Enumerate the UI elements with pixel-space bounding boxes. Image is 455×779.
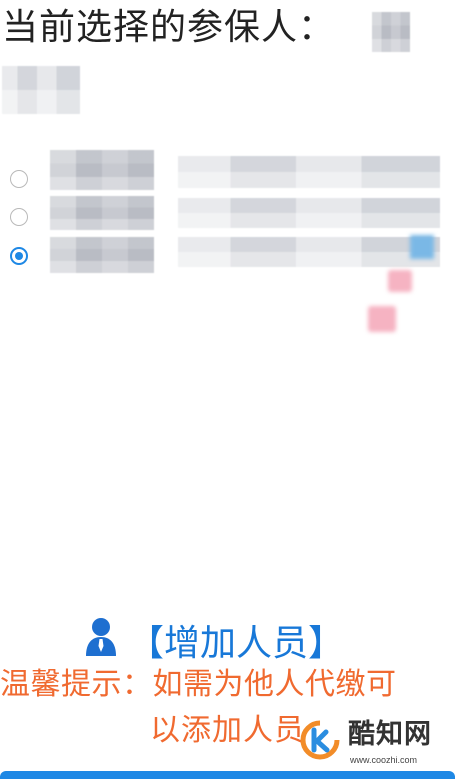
add-person-label[interactable]: 【增加人员】 [128, 620, 344, 668]
insured-person-row[interactable] [0, 196, 455, 234]
tip-line-1: 温馨提示：如需为他人代缴可 [0, 667, 397, 702]
insured-person-list [0, 150, 455, 280]
current-insured-name-redacted [372, 12, 410, 52]
insured-person-row[interactable] [0, 235, 455, 273]
person-id-redacted [178, 237, 440, 267]
watermark-logo-icon [300, 720, 340, 760]
redacted-fragment [410, 235, 434, 259]
current-insured-label: 当前选择的参保人： [2, 7, 336, 48]
current-insured-section: 当前选择的参保人： [2, 4, 452, 116]
person-name-redacted [50, 237, 154, 273]
person-id-redacted [178, 156, 440, 188]
radio-button[interactable] [10, 170, 28, 188]
insured-person-row[interactable] [0, 150, 455, 196]
bottom-action-bar[interactable] [0, 771, 455, 779]
redacted-fragment [388, 270, 412, 292]
watermark: 酷知网 www.coozhi.com [300, 716, 450, 772]
watermark-url: www.coozhi.com [350, 755, 418, 765]
current-insured-id-redacted [2, 66, 80, 114]
person-name-redacted [50, 150, 154, 190]
radio-button-selected[interactable] [10, 247, 28, 265]
redacted-fragment [368, 306, 396, 332]
person-name-redacted [50, 196, 154, 230]
watermark-name: 酷知网 [348, 719, 432, 750]
person-icon [86, 618, 116, 656]
person-id-redacted [178, 198, 440, 228]
radio-button[interactable] [10, 208, 28, 226]
